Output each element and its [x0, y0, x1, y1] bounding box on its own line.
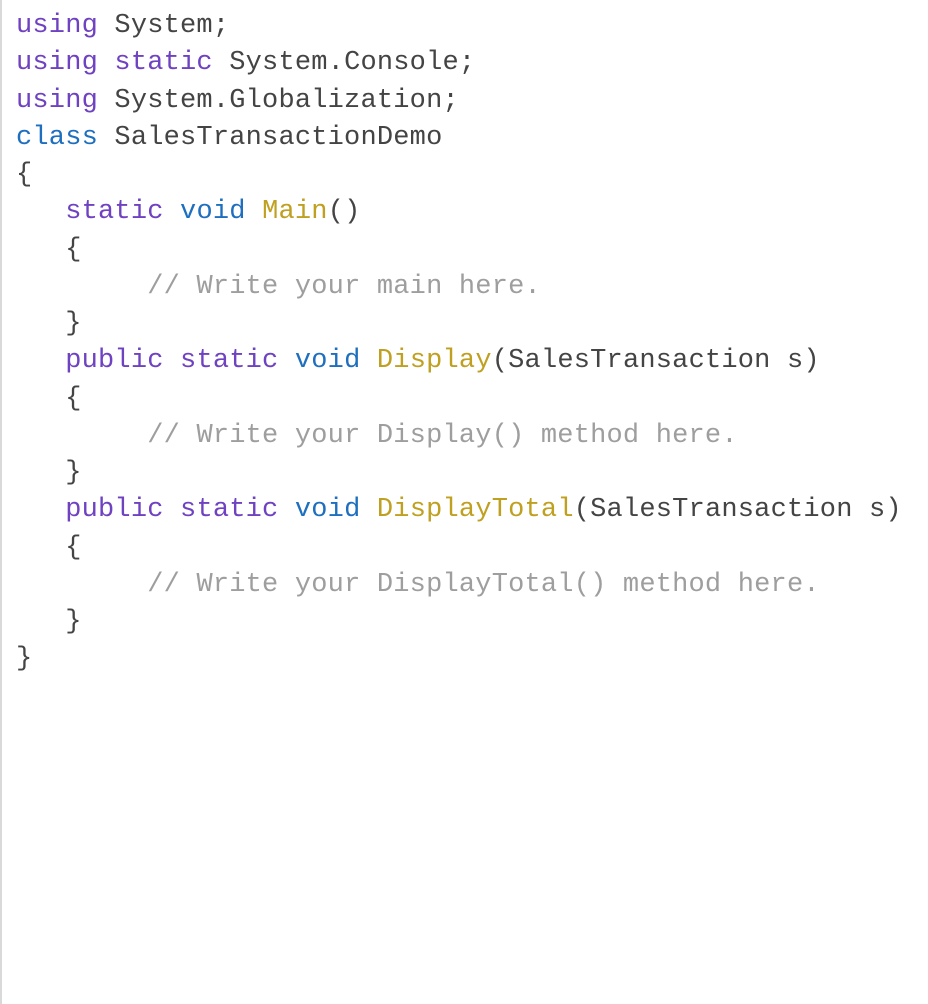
keyword-static: static [180, 495, 278, 525]
paren-open: ( [328, 197, 344, 227]
code-line: } [16, 458, 82, 488]
code-line: using System; [16, 11, 229, 41]
param-name: s [869, 495, 885, 525]
code-line: // Write your DisplayTotal() method here… [16, 570, 820, 600]
brace-open: { [65, 384, 81, 414]
method-display: Display [377, 346, 492, 376]
brace-close: } [65, 607, 81, 637]
paren-open: ( [492, 346, 508, 376]
space [246, 197, 262, 227]
keyword-using: using [16, 11, 98, 41]
indent [16, 495, 65, 525]
semicolon: ; [459, 48, 475, 78]
type-name: SalesTransaction [508, 346, 770, 376]
keyword-void: void [295, 346, 361, 376]
keyword-public: public [65, 495, 163, 525]
space [164, 197, 180, 227]
indent [16, 272, 147, 302]
code-editor[interactable]: using System; using static System.Consol… [0, 0, 928, 1004]
space [164, 346, 180, 376]
code-line: using static System.Console; [16, 48, 475, 78]
semicolon: ; [442, 86, 458, 116]
paren-close: ) [344, 197, 360, 227]
comment: // Write your DisplayTotal() method [147, 570, 738, 600]
space [98, 48, 114, 78]
space [98, 86, 114, 116]
indent [16, 421, 147, 451]
indent [16, 607, 65, 637]
space [361, 346, 377, 376]
brace-open: { [65, 235, 81, 265]
brace-open: { [16, 160, 32, 190]
indent [16, 235, 65, 265]
keyword-void: void [180, 197, 246, 227]
keyword-static: static [65, 197, 163, 227]
code-line: } [16, 644, 32, 674]
namespace: System [114, 11, 212, 41]
code-line: { [16, 235, 82, 265]
keyword-class: class [16, 123, 98, 153]
space [98, 11, 114, 41]
keyword-void: void [295, 495, 361, 525]
space [213, 48, 229, 78]
space [98, 123, 114, 153]
code-line: public static void DisplayTotal(SalesTra… [16, 495, 902, 525]
indent [16, 384, 65, 414]
paren-open: ( [574, 495, 590, 525]
space [853, 495, 869, 525]
comment: // Write your main here. [147, 272, 541, 302]
paren-close: ) [885, 495, 901, 525]
semicolon: ; [213, 11, 229, 41]
indent [16, 197, 65, 227]
keyword-using: using [16, 86, 98, 116]
brace-open: { [65, 533, 81, 563]
indent [16, 533, 65, 563]
indent [16, 570, 147, 600]
code-line: } [16, 309, 82, 339]
space [164, 495, 180, 525]
code-line: using System.Globalization; [16, 86, 459, 116]
code-line: static void Main() [16, 197, 361, 227]
comment: here. [738, 570, 820, 600]
space [361, 495, 377, 525]
param-name: s [787, 346, 803, 376]
keyword-public: public [65, 346, 163, 376]
class-name: SalesTransactionDemo [114, 123, 442, 153]
indent [16, 458, 65, 488]
space [278, 346, 294, 376]
namespace: System.Globalization [114, 86, 442, 116]
code-line: { [16, 160, 32, 190]
space [278, 495, 294, 525]
space [771, 346, 787, 376]
code-line: { [16, 384, 82, 414]
indent [16, 346, 65, 376]
keyword-static: static [180, 346, 278, 376]
method-main: Main [262, 197, 328, 227]
code-line: class SalesTransactionDemo [16, 123, 442, 153]
brace-close: } [65, 458, 81, 488]
code-line: public static void Display(SalesTransact… [16, 346, 820, 376]
code-line: // Write your main here. [16, 272, 541, 302]
comment: // Write your Display() method here. [147, 421, 738, 451]
brace-close: } [16, 644, 32, 674]
code-line: { [16, 533, 82, 563]
keyword-using: using [16, 48, 98, 78]
type-name: SalesTransaction [590, 495, 852, 525]
code-line: // Write your Display() method here. [16, 421, 738, 451]
method-display-total: DisplayTotal [377, 495, 574, 525]
indent [16, 309, 65, 339]
code-line: } [16, 607, 82, 637]
namespace: System.Console [229, 48, 459, 78]
keyword-static: static [114, 48, 212, 78]
brace-close: } [65, 309, 81, 339]
paren-close: ) [803, 346, 819, 376]
